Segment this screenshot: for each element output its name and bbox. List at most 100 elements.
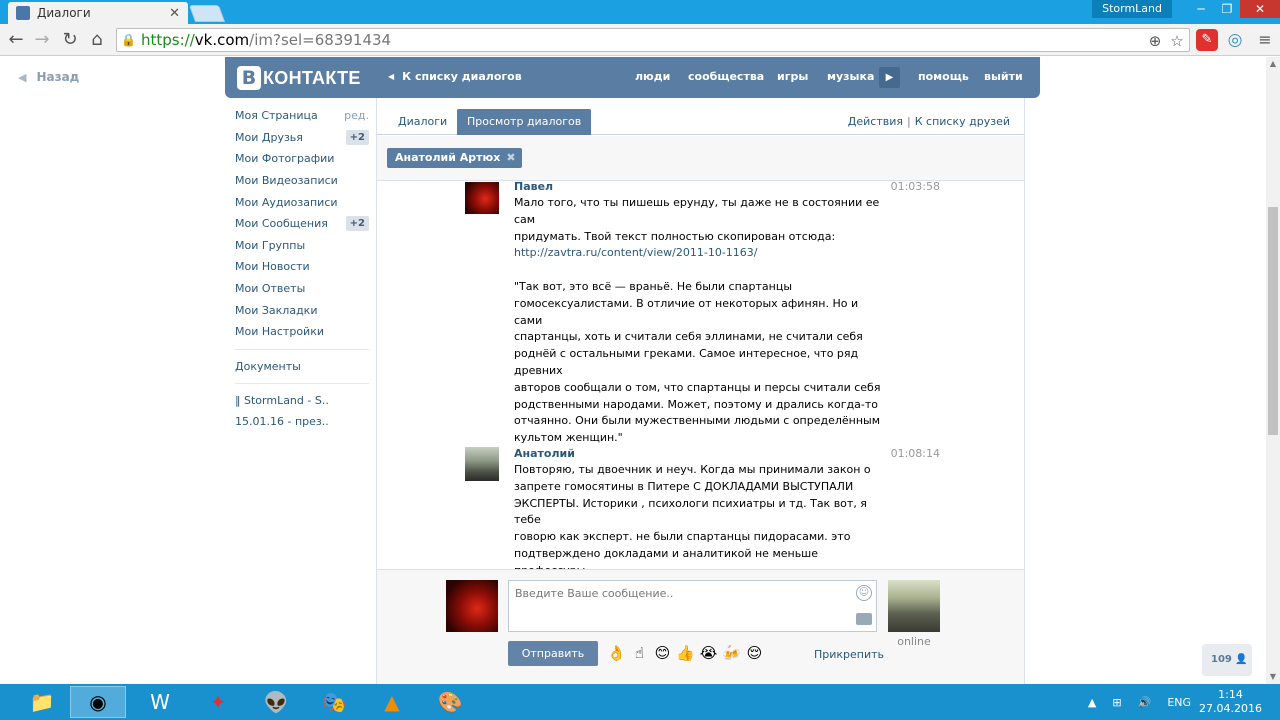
- address-bar[interactable]: 🔒 https://vk.com/im?sel=68391434 ⊕ ☆: [116, 28, 1190, 52]
- tab-dialogs[interactable]: Диалоги: [398, 115, 447, 128]
- menu-my-answers[interactable]: Мои Ответы: [235, 278, 369, 300]
- scroll-thumb[interactable]: [1268, 207, 1278, 435]
- menu-my-videos[interactable]: Мои Видеозаписи: [235, 170, 369, 192]
- minimize-icon[interactable]: ─: [1188, 0, 1214, 18]
- app-alien-icon[interactable]: 👽: [248, 686, 304, 718]
- lock-icon: 🔒: [121, 33, 136, 47]
- nav-communities[interactable]: сообщества: [688, 70, 764, 83]
- music-play-icon[interactable]: ▶: [879, 67, 900, 88]
- message-input[interactable]: Введите Ваше сообщение.. ☺: [508, 580, 877, 632]
- message-link[interactable]: http://zavtra.ru/content/view/2011-10-11…: [514, 246, 757, 259]
- peer-status: online: [897, 635, 931, 648]
- app-masks-icon[interactable]: 🎭: [306, 686, 362, 718]
- emoji-row: 👌 ☝ 😊 👍 😭 🍻 😌: [605, 643, 766, 663]
- menu-my-audio[interactable]: Мои Аудиозаписи: [235, 191, 369, 213]
- extension-pdf-icon[interactable]: ✎: [1196, 29, 1218, 51]
- menu-label: Мои Группы: [235, 238, 306, 252]
- forward-arrow-icon[interactable]: →: [31, 29, 53, 51]
- app-red-icon[interactable]: ✦: [190, 686, 246, 718]
- vk-favicon-icon: [16, 6, 30, 20]
- edit-link[interactable]: ред.: [344, 109, 369, 122]
- my-avatar[interactable]: [446, 580, 498, 632]
- scroll-down-icon[interactable]: ▼: [1266, 670, 1280, 684]
- browser-menu-icon[interactable]: ≡: [1254, 29, 1276, 51]
- chrome-icon[interactable]: ◉: [70, 686, 126, 718]
- to-dialogs-list-link[interactable]: ◀ К списку диалогов: [388, 70, 522, 83]
- browser-toolbar: ← → ↻ ⌂ 🔒 https://vk.com/im?sel=68391434…: [0, 24, 1280, 56]
- menu-my-photos[interactable]: Мои Фотографии: [235, 148, 369, 170]
- camera-icon[interactable]: [856, 613, 872, 625]
- volume-icon[interactable]: 🔊: [1138, 696, 1152, 709]
- emoji-thumbs-up-icon[interactable]: 👍: [674, 643, 697, 663]
- send-button[interactable]: Отправить: [508, 641, 598, 666]
- emoji-crying-icon[interactable]: 😭: [697, 643, 720, 663]
- nav-help[interactable]: помощь: [918, 70, 969, 83]
- tab-close-icon[interactable]: ✕: [169, 6, 180, 21]
- menu-documents[interactable]: Документы: [235, 356, 369, 377]
- friends-list-link[interactable]: К списку друзей: [915, 115, 1010, 128]
- network-icon[interactable]: ⊞: [1112, 696, 1121, 709]
- url-path: /im?sel=68391434: [249, 31, 392, 49]
- extension-sync-icon[interactable]: ◎: [1224, 29, 1246, 51]
- message-author[interactable]: Павел: [514, 182, 553, 193]
- menu-my-page[interactable]: Моя Страница ред.: [235, 105, 369, 127]
- separator: |: [907, 115, 911, 128]
- back-triangle-icon: ◀: [18, 70, 27, 84]
- avatar[interactable]: [465, 447, 499, 481]
- menu-my-news[interactable]: Мои Новости: [235, 256, 369, 278]
- reload-icon[interactable]: ↻: [59, 29, 81, 51]
- message-text-part: Мало того, что ты пишешь ерунду, ты даже…: [514, 196, 880, 243]
- page-scrollbar[interactable]: ▲ ▼: [1266, 57, 1280, 684]
- smile-icon[interactable]: ☺: [856, 585, 872, 601]
- vlc-icon[interactable]: ▲: [364, 686, 420, 718]
- composer: Введите Ваше сообщение.. ☺ online Отправ…: [377, 569, 1024, 684]
- window-close-icon[interactable]: ✕: [1240, 0, 1280, 18]
- clock[interactable]: 1:14 27.04.2016: [1199, 688, 1262, 716]
- menu-my-groups[interactable]: Мои Группы: [235, 235, 369, 257]
- emoji-finger-icon[interactable]: ☝: [628, 643, 651, 663]
- input-placeholder: Введите Ваше сообщение..: [515, 587, 674, 600]
- menu-my-settings[interactable]: Мои Настройки: [235, 321, 369, 343]
- emoji-relieved-icon[interactable]: 😌: [743, 643, 766, 663]
- menu-my-friends[interactable]: Мои Друзья +2: [235, 127, 369, 149]
- back-arrow-icon[interactable]: ←: [5, 29, 27, 51]
- actions-link[interactable]: Действия: [848, 115, 903, 128]
- message-author[interactable]: Анатолий: [514, 447, 575, 460]
- menu-my-bookmarks[interactable]: Мои Закладки: [235, 299, 369, 321]
- file-explorer-icon[interactable]: 📁: [14, 686, 70, 718]
- new-tab-button[interactable]: [188, 5, 226, 22]
- peer-avatar[interactable]: [888, 580, 940, 632]
- paint-icon[interactable]: 🎨: [422, 686, 478, 718]
- friends-badge: +2: [345, 129, 369, 145]
- dialog-tabs: Диалоги Просмотр диалогов Действия | К спи…: [377, 98, 1024, 135]
- filter-chip[interactable]: Анатолий Артюх ✖: [387, 148, 522, 168]
- nav-games[interactable]: игры: [777, 70, 808, 83]
- tray-expand-icon[interactable]: ▲: [1088, 696, 1096, 709]
- browser-tab[interactable]: Диалоги ✕: [8, 2, 188, 24]
- word-icon[interactable]: W: [132, 686, 188, 718]
- menu-app-presentation[interactable]: 15.01.16 - през..: [235, 411, 369, 432]
- online-counter[interactable]: 109 👤: [1202, 644, 1252, 676]
- bookmark-star-icon[interactable]: ☆: [1167, 31, 1187, 51]
- menu-my-messages[interactable]: Мои Сообщения +2: [235, 213, 369, 235]
- nav-music[interactable]: музыка: [827, 70, 874, 83]
- zoom-icon[interactable]: ⊕: [1145, 31, 1165, 51]
- menu-app-stormland[interactable]: ‖ StormLand - S..: [235, 390, 369, 411]
- emoji-smile-icon[interactable]: 😊: [651, 643, 674, 663]
- emoji-beer-icon[interactable]: 🍻: [720, 643, 743, 663]
- vk-logo[interactable]: В КОНТАКТЕ: [237, 66, 361, 90]
- avatar[interactable]: [465, 182, 499, 214]
- emoji-ok-icon[interactable]: 👌: [605, 643, 628, 663]
- nav-logout[interactable]: выйти: [984, 70, 1023, 83]
- nav-people[interactable]: люди: [635, 70, 670, 83]
- attach-link[interactable]: Прикрепить: [814, 648, 884, 661]
- dialog-main: Диалоги Просмотр диалогов Действия | К спи…: [376, 98, 1025, 684]
- home-icon[interactable]: ⌂: [86, 29, 108, 51]
- back-label: Назад: [36, 70, 80, 84]
- maximize-icon[interactable]: ❐: [1214, 0, 1240, 18]
- back-link[interactable]: ◀ Назад: [18, 70, 79, 84]
- scroll-up-icon[interactable]: ▲: [1266, 57, 1280, 71]
- language-indicator[interactable]: ENG: [1167, 696, 1191, 709]
- chip-close-icon[interactable]: ✖: [506, 148, 515, 168]
- tab-view-dialogs[interactable]: Просмотр диалогов: [457, 109, 592, 135]
